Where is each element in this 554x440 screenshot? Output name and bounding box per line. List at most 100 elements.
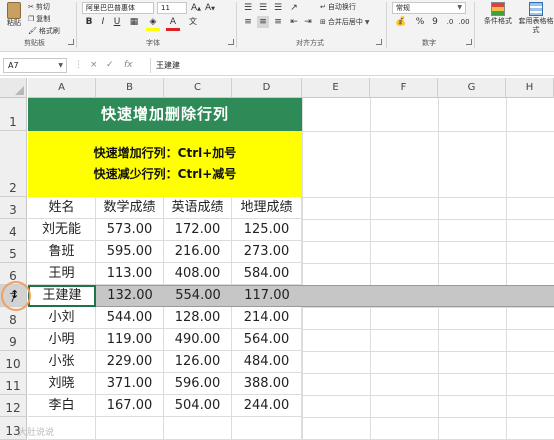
- col-header-c[interactable]: C: [164, 78, 232, 98]
- more-options-icon[interactable]: ⋮: [74, 59, 83, 72]
- table-cell[interactable]: 128.00: [164, 307, 232, 329]
- header-cell-geography[interactable]: 地理成绩: [232, 197, 302, 219]
- table-cell[interactable]: 113.00: [96, 263, 164, 285]
- increase-decimal-icon[interactable]: .0: [444, 16, 456, 28]
- shortcut-notes-cell[interactable]: 快速增加行列：Ctrl+加号 快速减少行列：Ctrl+减号: [28, 131, 302, 197]
- paste-button[interactable]: 粘贴: [3, 2, 25, 28]
- table-cell[interactable]: 王明: [28, 263, 96, 285]
- merge-center-button[interactable]: ⊞ 合并后居中 ▼: [320, 17, 370, 27]
- col-header-d[interactable]: D: [232, 78, 302, 98]
- table-cell[interactable]: 172.00: [164, 219, 232, 241]
- table-cell[interactable]: 484.00: [232, 351, 302, 373]
- select-all-button[interactable]: [0, 78, 27, 98]
- italic-button[interactable]: I: [98, 16, 108, 28]
- table-cell[interactable]: 564.00: [232, 329, 302, 351]
- table-cell[interactable]: 408.00: [164, 263, 232, 285]
- table-cell[interactable]: 388.00: [232, 373, 302, 395]
- table-cell[interactable]: 小张: [28, 351, 96, 373]
- table-cell[interactable]: 371.00: [96, 373, 164, 395]
- col-header-g[interactable]: G: [438, 78, 506, 98]
- wrap-text-button[interactable]: ↵ 自动换行: [320, 2, 356, 12]
- fill-color-icon[interactable]: ◈: [146, 16, 160, 28]
- name-box[interactable]: A7 ▼: [3, 58, 67, 73]
- table-cell[interactable]: 132.00: [96, 285, 164, 307]
- format-as-table-button[interactable]: 套用表格格式: [518, 2, 554, 35]
- clipboard-launcher-icon[interactable]: [68, 39, 74, 45]
- empty-cell[interactable]: [96, 417, 164, 440]
- table-cell[interactable]: 117.00: [232, 285, 302, 307]
- font-size-select[interactable]: 11: [157, 2, 187, 14]
- row-header-4[interactable]: 4: [0, 219, 27, 241]
- formula-input[interactable]: 王建建: [150, 58, 550, 73]
- table-cell[interactable]: 544.00: [96, 307, 164, 329]
- table-cell[interactable]: 595.00: [96, 241, 164, 263]
- copy-button[interactable]: ❐ 复制: [28, 14, 50, 24]
- align-left-icon[interactable]: ≡: [242, 16, 254, 28]
- header-cell-math[interactable]: 数学成绩: [96, 197, 164, 219]
- table-cell[interactable]: 刘晓: [28, 373, 96, 395]
- worksheet-grid[interactable]: A B C D E F G H 1 2 3 4 5 6 7 8 9 10 11 …: [0, 78, 554, 440]
- empty-cell[interactable]: [164, 417, 232, 440]
- sheet-title-cell[interactable]: 快速增加删除行列: [28, 98, 302, 131]
- font-family-select[interactable]: 阿里巴巴普惠体: [82, 2, 154, 14]
- table-cell[interactable]: 小明: [28, 329, 96, 351]
- table-cell[interactable]: 125.00: [232, 219, 302, 241]
- align-bottom-icon[interactable]: ☰: [272, 2, 284, 14]
- row-header-2[interactable]: 2: [0, 131, 27, 197]
- table-cell[interactable]: 573.00: [96, 219, 164, 241]
- header-cell-english[interactable]: 英语成绩: [164, 197, 232, 219]
- col-header-f[interactable]: F: [370, 78, 438, 98]
- table-cell[interactable]: 李白: [28, 395, 96, 417]
- table-cell[interactable]: 584.00: [232, 263, 302, 285]
- table-cell[interactable]: 229.00: [96, 351, 164, 373]
- format-painter-button[interactable]: 🖌 格式刷: [28, 26, 60, 36]
- table-cell[interactable]: 596.00: [164, 373, 232, 395]
- font-launcher-icon[interactable]: [228, 39, 234, 45]
- row-header-3[interactable]: 3: [0, 197, 27, 219]
- empty-cell[interactable]: [232, 417, 302, 440]
- increase-font-icon[interactable]: A▲: [190, 2, 202, 15]
- table-cell[interactable]: 504.00: [164, 395, 232, 417]
- alignment-launcher-icon[interactable]: [376, 39, 382, 45]
- number-format-select[interactable]: 常规 ▼: [392, 2, 466, 14]
- cut-button[interactable]: ✂ 剪切: [28, 2, 50, 12]
- table-cell[interactable]: 216.00: [164, 241, 232, 263]
- row-header-10[interactable]: 10: [0, 351, 27, 373]
- col-header-h[interactable]: H: [506, 78, 554, 98]
- bold-button[interactable]: B: [84, 16, 94, 28]
- orientation-icon[interactable]: ↗: [288, 2, 300, 14]
- align-center-icon[interactable]: ≡: [257, 16, 269, 28]
- cancel-icon[interactable]: ×: [90, 59, 98, 72]
- row-header-11[interactable]: 11: [0, 373, 27, 395]
- indent-increase-icon[interactable]: ⇥: [302, 16, 314, 28]
- align-top-icon[interactable]: ☰: [242, 2, 254, 14]
- table-cell[interactable]: 鲁班: [28, 241, 96, 263]
- borders-icon[interactable]: ▦: [128, 16, 140, 28]
- table-cell[interactable]: 554.00: [164, 285, 232, 307]
- font-color-icon[interactable]: A: [166, 16, 180, 28]
- table-cell[interactable]: 244.00: [232, 395, 302, 417]
- enter-icon[interactable]: ✓: [106, 59, 114, 72]
- percent-button[interactable]: %: [414, 16, 426, 28]
- row-header-1[interactable]: 1: [0, 98, 27, 131]
- row-header-12[interactable]: 12: [0, 395, 27, 417]
- table-cell[interactable]: 490.00: [164, 329, 232, 351]
- decrease-font-icon[interactable]: A▼: [204, 2, 216, 15]
- conditional-format-button[interactable]: 条件格式: [480, 2, 516, 26]
- table-cell[interactable]: 刘无能: [28, 219, 96, 241]
- comma-style-button[interactable]: 9: [430, 16, 440, 28]
- table-cell[interactable]: 小刘: [28, 307, 96, 329]
- col-header-a[interactable]: A: [28, 78, 96, 98]
- decrease-decimal-icon[interactable]: .00: [458, 16, 470, 28]
- active-cell[interactable]: 王建建: [28, 285, 96, 307]
- row-header-5[interactable]: 5: [0, 241, 27, 263]
- align-middle-icon[interactable]: ☰: [257, 2, 269, 14]
- indent-decrease-icon[interactable]: ⇤: [288, 16, 300, 28]
- table-cell[interactable]: 167.00: [96, 395, 164, 417]
- table-cell[interactable]: 214.00: [232, 307, 302, 329]
- col-header-b[interactable]: B: [96, 78, 164, 98]
- table-cell[interactable]: 273.00: [232, 241, 302, 263]
- table-cell[interactable]: 126.00: [164, 351, 232, 373]
- col-header-e[interactable]: E: [302, 78, 370, 98]
- currency-icon[interactable]: 💰: [394, 16, 408, 28]
